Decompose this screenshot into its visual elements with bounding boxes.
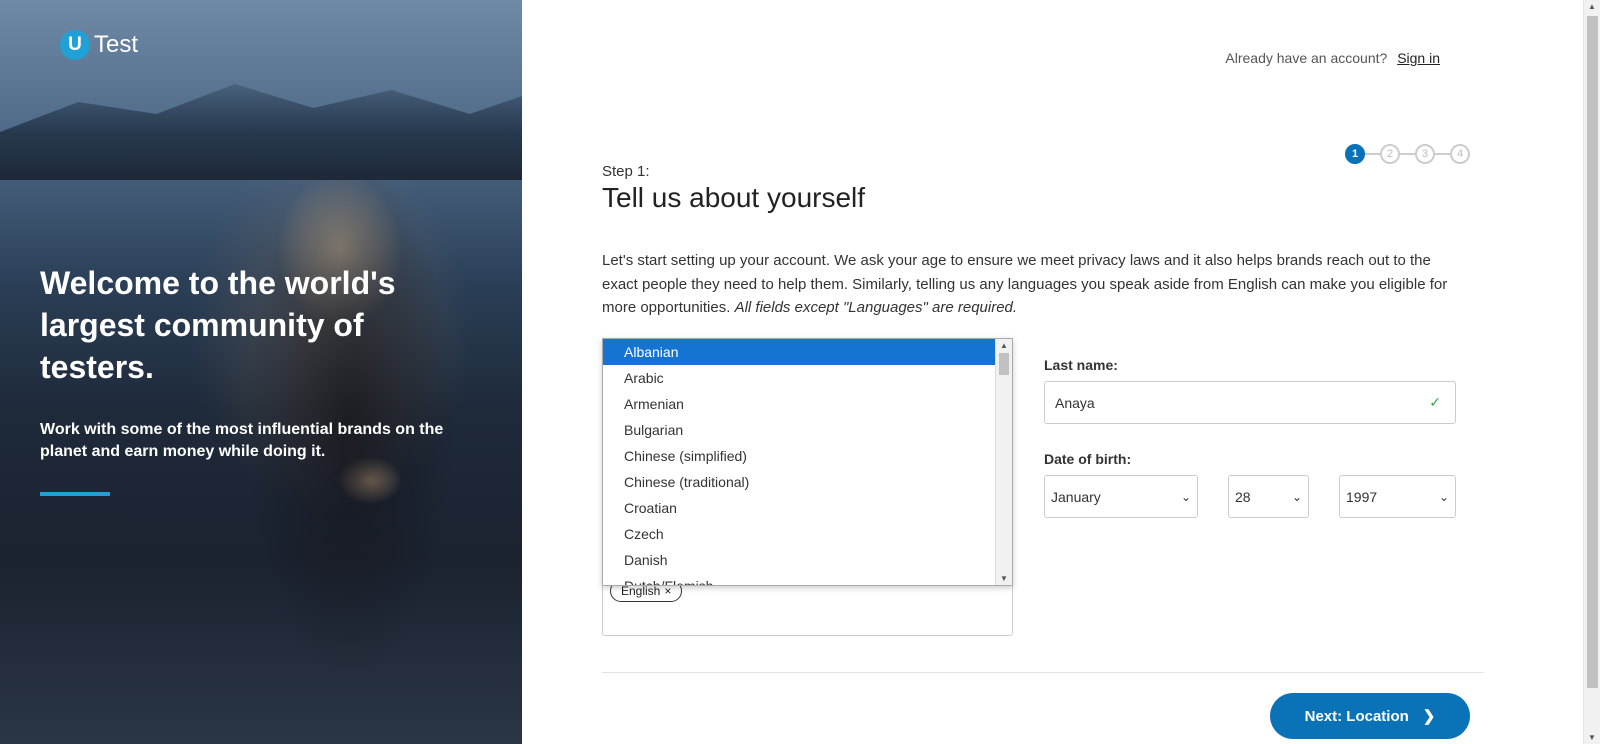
page-title: Tell us about yourself <box>602 182 866 213</box>
language-option[interactable]: Bulgarian <box>603 417 996 443</box>
chevron-down-icon: ⌄ <box>1291 489 1302 504</box>
language-option[interactable]: Armenian <box>603 391 996 417</box>
step-indicator-2: 2 <box>1380 144 1400 164</box>
dob-year-value: 1997 <box>1346 488 1378 505</box>
logo-badge: U <box>60 30 90 60</box>
language-chip-label: English <box>621 584 661 598</box>
hero-accent-bar <box>40 492 110 496</box>
language-option[interactable]: Croatian <box>603 495 996 521</box>
next-button-label: Next: Location <box>1304 707 1409 725</box>
logo-text: Test <box>94 31 139 58</box>
signin-link[interactable]: Sign in <box>1397 50 1440 66</box>
hero-panel: U Test Welcome to the world's largest co… <box>0 0 522 744</box>
language-option[interactable]: Albanian <box>603 339 996 365</box>
scroll-down-arrow-icon[interactable]: ▼ <box>1588 733 1596 742</box>
account-prompt-text: Already have an account? <box>1225 50 1388 66</box>
intro-body: Let's start setting up your account. We … <box>602 252 1448 316</box>
scroll-up-arrow-icon[interactable]: ▲ <box>1000 341 1008 350</box>
dropdown-scrollbar[interactable]: ▲ ▼ <box>995 339 1012 585</box>
step-label: Step 1: <box>602 163 650 180</box>
last-name-input[interactable]: Anaya ✓ <box>1044 381 1456 424</box>
language-option[interactable]: Chinese (simplified) <box>603 443 996 469</box>
step-connector <box>1365 153 1380 155</box>
progress-steps: 1 2 3 4 <box>1345 144 1470 164</box>
last-name-label: Last name: <box>1044 357 1118 373</box>
step-connector <box>1435 153 1450 155</box>
dob-month-select[interactable]: January ⌄ <box>1044 475 1198 518</box>
intro-text: Let's start setting up your account. We … <box>602 249 1462 320</box>
step-indicator-1: 1 <box>1345 144 1365 164</box>
chevron-right-icon: ❯ <box>1422 708 1436 725</box>
scroll-up-arrow-icon[interactable]: ▲ <box>1588 2 1596 11</box>
language-dropdown-list[interactable]: Albanian Arabic Armenian Bulgarian Chine… <box>602 338 1013 586</box>
last-name-value: Anaya <box>1055 394 1095 411</box>
step-indicator-4: 4 <box>1450 144 1470 164</box>
hero-subtext: Work with some of the most influential b… <box>40 421 444 460</box>
step-connector <box>1400 153 1415 155</box>
intro-required-note: All fields except "Languages" are requir… <box>734 299 1018 316</box>
hero-headline: Welcome to the world's largest community… <box>40 265 396 385</box>
chevron-down-icon: ⌄ <box>1180 489 1191 504</box>
dob-label: Date of birth: <box>1044 451 1132 467</box>
page-scrollbar[interactable]: ▲ ▼ <box>1583 0 1600 744</box>
language-option[interactable]: Danish <box>603 547 996 573</box>
dob-month-value: January <box>1051 488 1101 505</box>
chevron-down-icon: ⌄ <box>1438 489 1449 504</box>
form-divider <box>602 672 1484 673</box>
language-option[interactable]: Dutch/Flemish <box>603 573 996 585</box>
utest-logo[interactable]: U Test <box>60 30 138 60</box>
step-indicator-3: 3 <box>1415 144 1435 164</box>
signin-prompt: Already have an account? Sign in <box>1225 50 1440 66</box>
dob-day-value: 28 <box>1235 488 1251 505</box>
scroll-down-arrow-icon[interactable]: ▼ <box>1000 574 1008 583</box>
scrollbar-thumb[interactable] <box>1587 16 1598 688</box>
dob-day-select[interactable]: 28 ⌄ <box>1228 475 1309 518</box>
language-option[interactable]: Czech <box>603 521 996 547</box>
checkmark-icon: ✓ <box>1429 394 1441 410</box>
language-option[interactable]: Arabic <box>603 365 996 391</box>
remove-icon[interactable]: × <box>664 584 671 598</box>
next-location-button[interactable]: Next: Location ❯ <box>1270 693 1470 739</box>
dob-year-select[interactable]: 1997 ⌄ <box>1339 475 1456 518</box>
language-option[interactable]: Chinese (traditional) <box>603 469 996 495</box>
scrollbar-thumb[interactable] <box>999 353 1009 375</box>
